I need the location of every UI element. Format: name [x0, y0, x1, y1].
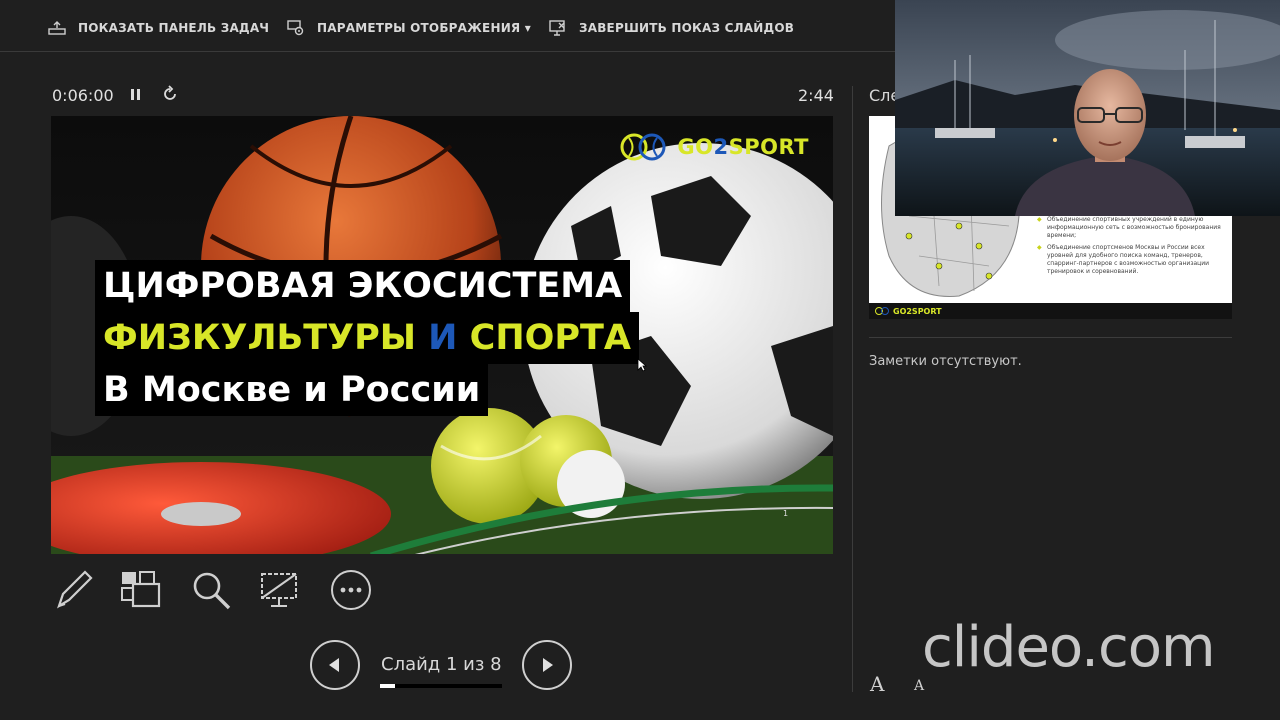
webcam-overlay — [895, 0, 1280, 216]
show-taskbar-button[interactable]: ПОКАЗАТЬ ПАНЕЛЬ ЗАДАЧ — [48, 18, 269, 38]
end-show-icon — [549, 20, 565, 36]
clideo-watermark: clideo.com — [922, 615, 1216, 680]
next-slide-bullet: Объединение спортивных учреждений в един… — [1037, 216, 1227, 240]
go2sport-logo: GO2SPORT — [619, 132, 809, 162]
pen-icon[interactable] — [51, 568, 95, 612]
slide-progress-fill — [380, 684, 396, 688]
display-settings-icon — [287, 20, 304, 36]
mouse-cursor-icon — [637, 358, 647, 372]
footer-logo-text: GO2SPORT — [893, 306, 942, 316]
slide-progress-bar — [380, 684, 502, 688]
display-settings-button[interactable]: ПАРАМЕТРЫ ОТОБРАЖЕНИЯ ▾ — [287, 18, 531, 38]
speaker-notes: Заметки отсутствуют. — [869, 354, 1022, 369]
footer-logo-icon — [875, 307, 889, 315]
panel-divider — [852, 86, 853, 692]
end-show-button[interactable]: ЗАВЕРШИТЬ ПОКАЗ СЛАЙДОВ — [549, 18, 794, 38]
next-slide-bullets: Объединение спортивных учреждений в един… — [1037, 216, 1227, 280]
all-slides-icon[interactable] — [119, 568, 163, 612]
show-taskbar-label: ПОКАЗАТЬ ПАНЕЛЬ ЗАДАЧ — [78, 21, 270, 35]
slide-title-line-1: ЦИФРОВАЯ ЭКОСИСТЕМА — [95, 260, 631, 312]
slide-number: 1 — [783, 509, 789, 518]
more-options-icon[interactable] — [329, 568, 373, 612]
current-slide[interactable]: GO2SPORT ЦИФРОВАЯ ЭКОСИСТЕМА ФИЗКУЛЬТУРЫ… — [51, 116, 833, 554]
slide-counter: Слайд 1 из 8 — [381, 654, 502, 675]
slide-title-line-2: ФИЗКУЛЬТУРЫ И СПОРТА — [95, 312, 639, 364]
black-screen-icon[interactable] — [258, 568, 302, 612]
previous-slide-button[interactable] — [310, 640, 360, 690]
end-show-label: ЗАВЕРШИТЬ ПОКАЗ СЛАЙДОВ — [579, 21, 795, 35]
slide-title-line-3: В Москве и России — [95, 364, 489, 416]
display-settings-label: ПАРАМЕТРЫ ОТОБРАЖЕНИЯ ▾ — [317, 21, 531, 35]
elapsed-timer: 0:06:00 — [52, 86, 114, 105]
next-slide-bullet: Объединение спортсменов Москвы и России … — [1037, 244, 1227, 276]
taskbar-icon — [48, 21, 66, 35]
zoom-icon[interactable] — [189, 568, 233, 612]
logo-text: GO2SPORT — [677, 135, 809, 159]
decrease-font-button[interactable]: A — [914, 678, 924, 694]
pause-icon[interactable] — [128, 86, 144, 104]
increase-font-button[interactable]: A — [870, 672, 884, 696]
notes-divider — [869, 337, 1232, 338]
next-slide-button[interactable] — [522, 640, 572, 690]
restart-icon[interactable] — [160, 84, 180, 104]
next-slide-footer: GO2SPORT — [869, 303, 1232, 319]
logo-rings-icon — [620, 133, 666, 161]
next-icon — [543, 658, 553, 672]
webcam-video — [895, 0, 1280, 216]
clock-time: 2:44 — [798, 86, 834, 105]
prev-icon — [329, 658, 339, 672]
